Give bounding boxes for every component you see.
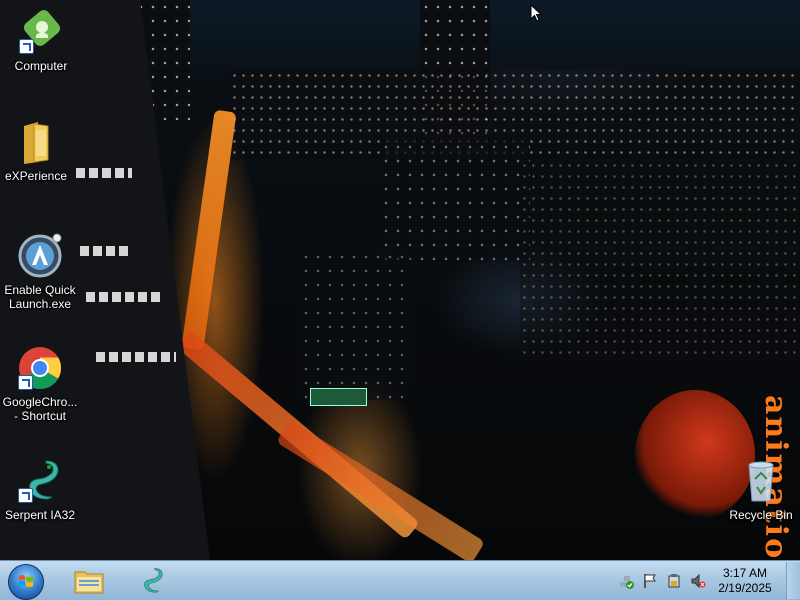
computer-icon (17, 8, 65, 56)
show-desktop-button[interactable] (786, 562, 800, 599)
clock-time: 3:17 AM (722, 566, 768, 580)
folder-icon (12, 118, 60, 166)
tower-window-row (96, 352, 176, 362)
shortcut-arrow-icon (18, 375, 33, 390)
explorer-folder-icon (74, 571, 104, 594)
shortcut-arrow-icon (19, 39, 34, 54)
start-orb-icon (8, 564, 44, 600)
recycle-bin-icon (737, 457, 785, 505)
desktop-icon-label: GoogleChro... - Shortcut (2, 395, 78, 423)
network-icon[interactable] (618, 573, 634, 589)
start-button[interactable] (4, 562, 48, 600)
desktop-icon-google-chrome[interactable]: GoogleChro... - Shortcut (1, 344, 79, 423)
tower-window-row (86, 292, 162, 302)
desktop-icon-enable-quick-launch[interactable]: Enable Quick Launch.exe (1, 232, 79, 311)
power-icon[interactable] (666, 573, 682, 589)
highway-sign (310, 388, 367, 406)
mouse-cursor-icon (530, 4, 542, 22)
tower-window-row (80, 246, 130, 256)
desktop-icon-label: Serpent IA32 (4, 508, 76, 522)
highway (181, 109, 237, 351)
taskbar-explorer-button[interactable] (64, 563, 114, 599)
serpent-icon (16, 457, 64, 505)
serpent-icon (144, 568, 163, 593)
office-building (300, 250, 410, 400)
quicklaunch-app-icon (16, 232, 64, 280)
tower-window-row (76, 168, 132, 178)
desktop-icon-experience[interactable]: eXPerience (0, 118, 75, 183)
desktop-icon-label: Enable Quick Launch.exe (4, 283, 76, 311)
desktop-icon-label: Computer (14, 59, 68, 73)
desktop-icon-serpent-ia32[interactable]: Serpent IA32 (1, 457, 79, 522)
taskbar: 3:17 AM 2/19/2025 (0, 560, 800, 600)
highway (276, 420, 486, 560)
volume-muted-icon[interactable] (690, 573, 706, 589)
city-lights (520, 160, 800, 360)
system-clock[interactable]: 3:17 AM 2/19/2025 (705, 566, 785, 596)
windows-logo-icon (19, 575, 33, 587)
clock-date: 2/19/2025 (718, 581, 772, 595)
desktop-icon-computer[interactable]: Computer (2, 8, 80, 73)
desktop-background[interactable]: animation Computer eXPerience Enable Qui… (0, 0, 800, 560)
desktop-icon-label: eXPerience (4, 169, 68, 183)
chrome-icon (16, 344, 64, 392)
desktop-icon-label: Recycle Bin (729, 508, 793, 522)
desktop-icon-recycle-bin[interactable]: Recycle Bin (722, 457, 800, 522)
action-center-flag-icon[interactable] (642, 573, 658, 589)
taskbar-serpent-button[interactable] (126, 563, 176, 599)
office-building (380, 140, 530, 260)
shortcut-arrow-icon (18, 488, 33, 503)
